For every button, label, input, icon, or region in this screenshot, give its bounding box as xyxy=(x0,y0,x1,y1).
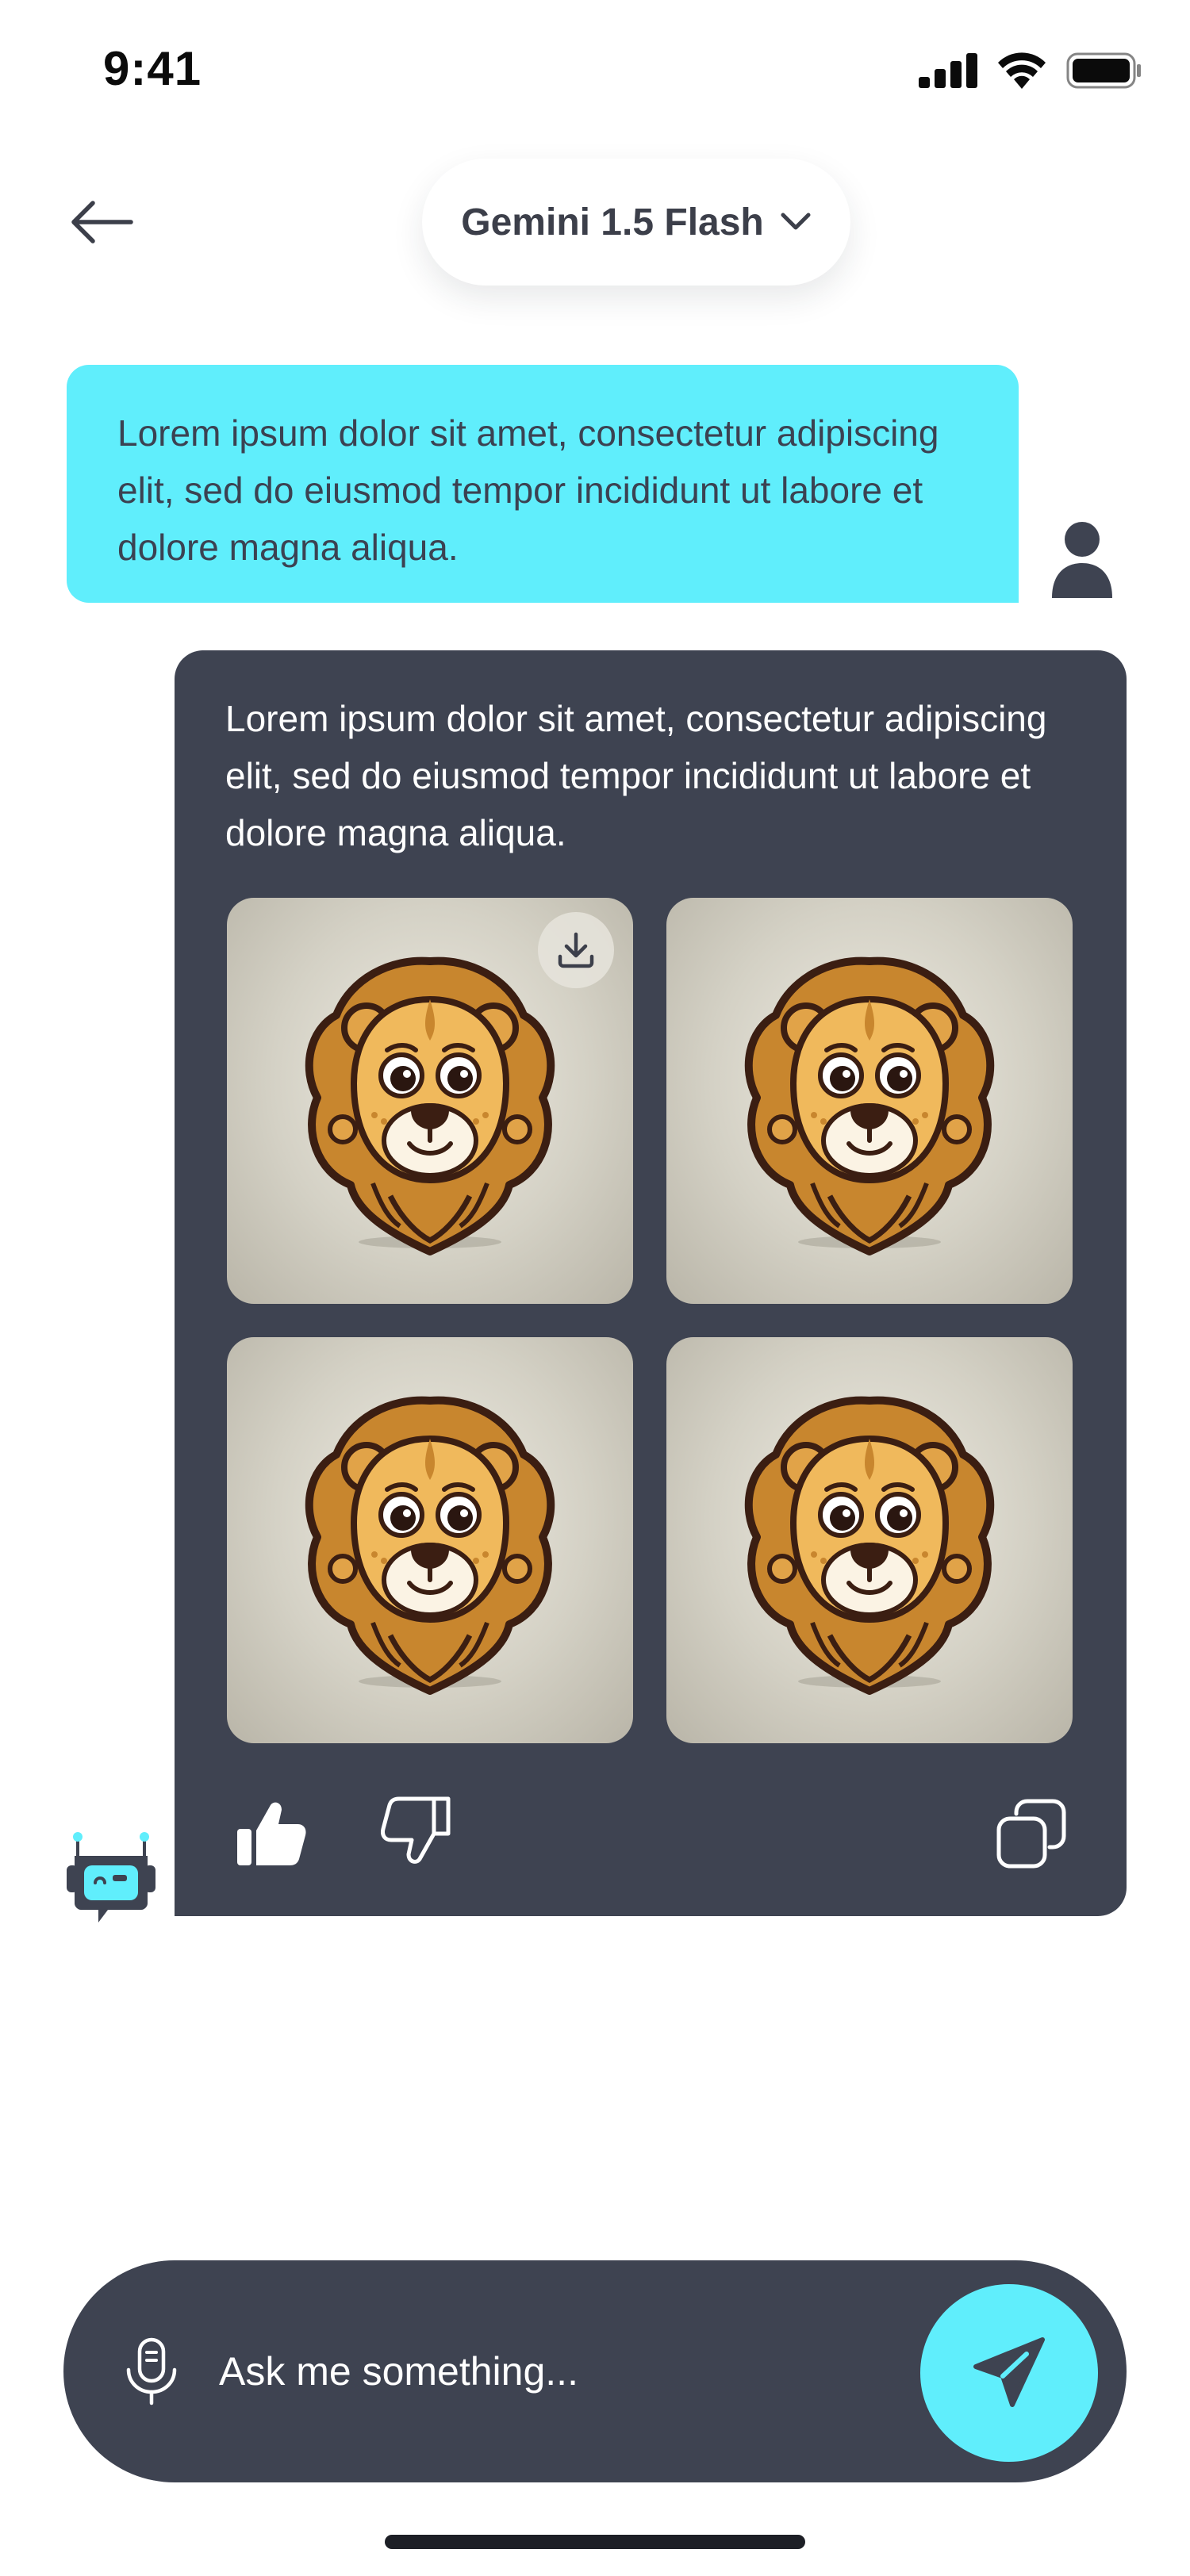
copy-icon xyxy=(996,1799,1066,1869)
send-icon xyxy=(973,2337,1045,2407)
user-message-text: Lorem ipsum dolor sit amet, consectetur … xyxy=(117,412,939,568)
generated-image-2[interactable] xyxy=(666,898,1073,1304)
lion-image xyxy=(271,942,589,1259)
lion-image xyxy=(711,942,1028,1259)
download-icon xyxy=(558,932,594,968)
thumbs-down-button[interactable] xyxy=(376,1789,455,1869)
user-avatar-icon xyxy=(1052,522,1112,598)
message-composer xyxy=(63,2260,1127,2482)
generated-image-3[interactable] xyxy=(227,1337,633,1743)
lion-image xyxy=(271,1382,589,1699)
message-input[interactable] xyxy=(219,2340,854,2403)
mic-button[interactable] xyxy=(116,2333,187,2409)
microphone-icon xyxy=(126,2337,177,2405)
send-button[interactable] xyxy=(920,2284,1098,2462)
thumbs-down-icon xyxy=(381,1796,451,1864)
user-message-bubble: Lorem ipsum dolor sit amet, consectetur … xyxy=(67,365,1019,603)
home-indicator xyxy=(385,2535,805,2549)
lion-image xyxy=(711,1382,1028,1699)
model-label: Gemini 1.5 Flash xyxy=(461,201,764,243)
back-button[interactable] xyxy=(67,190,138,254)
chevron-down-icon xyxy=(781,213,811,230)
wifi-icon xyxy=(998,52,1046,89)
battery-icon xyxy=(1066,52,1141,89)
model-selector[interactable]: Gemini 1.5 Flash xyxy=(422,159,850,286)
bot-message-text: Lorem ipsum dolor sit amet, consectetur … xyxy=(225,698,1047,853)
download-button[interactable] xyxy=(538,912,614,988)
thumbs-up-button[interactable] xyxy=(232,1794,311,1873)
status-icons xyxy=(919,52,1142,89)
copy-button[interactable] xyxy=(992,1794,1071,1873)
status-time: 9:41 xyxy=(103,42,202,95)
thumbs-up-icon xyxy=(237,1802,306,1865)
arrow-left-icon xyxy=(71,201,133,243)
bot-avatar-icon xyxy=(67,1832,155,1922)
generated-image-1[interactable] xyxy=(227,898,633,1304)
bot-message-bubble: Lorem ipsum dolor sit amet, consectetur … xyxy=(175,650,1127,1916)
cellular-signal-icon xyxy=(919,53,977,88)
generated-image-4[interactable] xyxy=(666,1337,1073,1743)
